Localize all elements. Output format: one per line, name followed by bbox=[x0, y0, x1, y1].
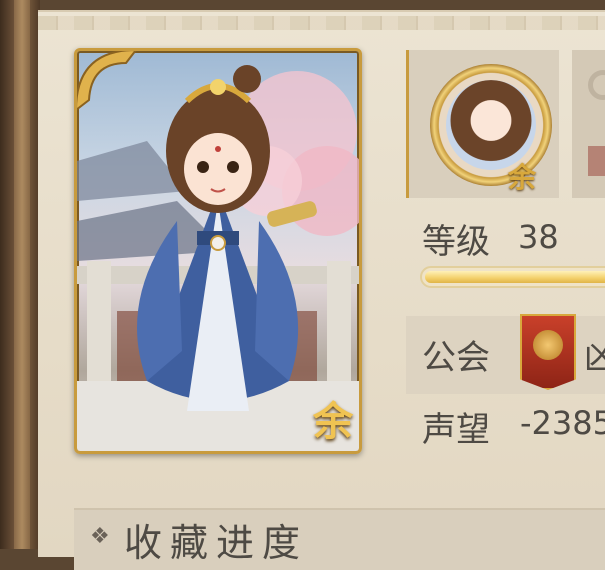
level-progress-fill bbox=[425, 271, 605, 283]
card-faction-glyph: 余 bbox=[313, 398, 353, 445]
character-portrait-card[interactable]: 余 bbox=[74, 48, 362, 454]
panel-top-border bbox=[38, 16, 605, 30]
guild-name: 凶 bbox=[584, 338, 605, 378]
left-wood-rail bbox=[0, 0, 40, 549]
collection-bullet-icon: ❖ bbox=[90, 524, 110, 549]
fame-label: 声望 bbox=[422, 410, 490, 450]
fame-value: -2385 bbox=[520, 404, 605, 442]
level-value: 38 bbox=[518, 218, 559, 256]
dragon-emblem-icon bbox=[533, 330, 563, 360]
level-progress-bar bbox=[420, 266, 605, 288]
rail-inlay bbox=[14, 0, 30, 549]
guild-label: 公会 bbox=[422, 338, 490, 378]
collection-title: 收藏进度 bbox=[124, 521, 309, 565]
side-tag-icon bbox=[588, 146, 605, 176]
avatar-faction-glyph: 余 bbox=[508, 161, 537, 194]
level-label: 等级 bbox=[422, 222, 490, 262]
